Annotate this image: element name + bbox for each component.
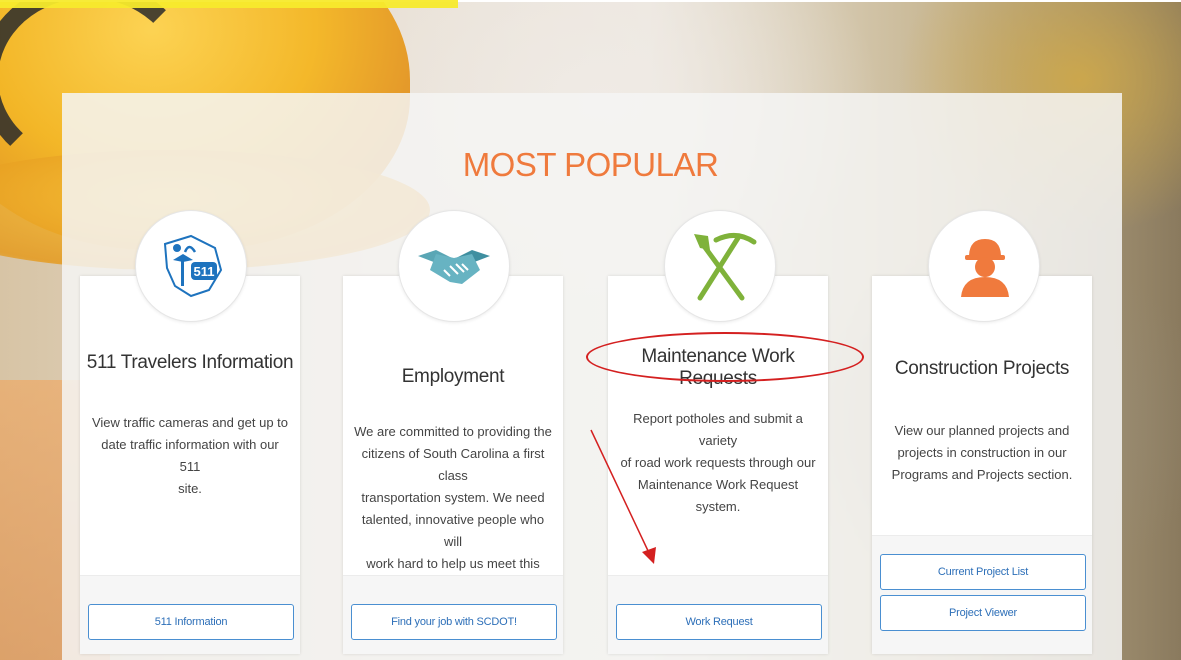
work-request-button[interactable]: Work Request bbox=[616, 604, 822, 640]
511-information-button[interactable]: 511 Information bbox=[88, 604, 294, 640]
shovel-pickaxe-icon bbox=[664, 210, 776, 322]
card-footer: Current Project List Project Viewer bbox=[872, 535, 1092, 654]
construction-worker-icon bbox=[928, 210, 1040, 322]
card-title: Employment bbox=[401, 366, 505, 387]
south-carolina-511-icon: 511 bbox=[135, 210, 247, 322]
highlight-ellipse bbox=[586, 332, 864, 382]
find-job-button[interactable]: Find your job with SCDOT! bbox=[351, 604, 557, 640]
card-construction-projects: Construction Projects View our planned p… bbox=[872, 276, 1092, 654]
card-footer: 511 Information bbox=[80, 575, 300, 654]
current-project-list-button[interactable]: Current Project List bbox=[880, 554, 1086, 590]
project-viewer-button[interactable]: Project Viewer bbox=[880, 595, 1086, 631]
card-description: Report potholes and submit a variety of … bbox=[620, 411, 816, 514]
card-title: 511 Travelers Information bbox=[86, 352, 294, 373]
card-511-travelers: 511 Travelers Information View traffic c… bbox=[80, 276, 300, 654]
card-description: View our planned projects and projects i… bbox=[891, 423, 1073, 482]
card-description: We are committed to providing the citize… bbox=[354, 424, 552, 593]
card-footer: Work Request bbox=[608, 575, 828, 654]
card-description: View traffic cameras and get up to date … bbox=[91, 415, 289, 496]
handshake-icon bbox=[398, 210, 510, 322]
card-footer: Find your job with SCDOT! bbox=[343, 575, 563, 654]
svg-text:511: 511 bbox=[194, 264, 215, 279]
yellow-highlight-strip bbox=[0, 0, 458, 8]
card-employment: Employment We are committed to providing… bbox=[343, 276, 563, 654]
section-heading: MOST POPULAR bbox=[462, 146, 719, 183]
card-title: Construction Projects bbox=[894, 358, 1070, 379]
